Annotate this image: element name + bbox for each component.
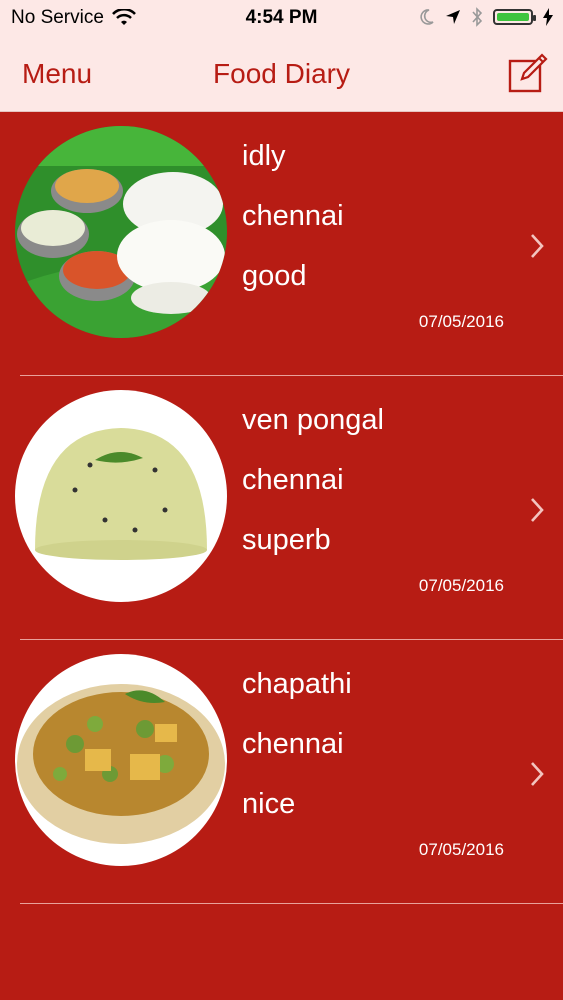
battery-icon xyxy=(493,9,536,25)
bluetooth-icon xyxy=(472,7,483,27)
charging-icon xyxy=(543,8,553,26)
food-name: chapathi xyxy=(242,668,352,700)
entry-date: 07/05/2016 xyxy=(418,576,504,595)
entry-date: 07/05/2016 xyxy=(418,840,504,859)
food-location: chennai xyxy=(242,200,344,232)
food-photo xyxy=(15,654,227,866)
food-rating: superb xyxy=(242,524,331,556)
food-location: chennai xyxy=(242,728,344,760)
entry-date: 07/05/2016 xyxy=(418,312,504,331)
compose-icon[interactable] xyxy=(507,52,549,94)
chevron-right-icon xyxy=(531,762,544,786)
location-arrow-icon xyxy=(446,10,460,24)
moon-icon xyxy=(420,9,434,25)
status-bar: No Service 4:54 PM xyxy=(0,0,563,36)
food-rating: good xyxy=(242,260,307,292)
status-right xyxy=(419,7,553,27)
list-item[interactable]: chapathi chennai nice 07/05/2016 xyxy=(0,640,563,904)
food-name: idly xyxy=(242,140,286,172)
list-item[interactable]: ven pongal chennai superb 07/05/2016 xyxy=(0,376,563,640)
page-title: Food Diary xyxy=(213,58,350,89)
food-name: ven pongal xyxy=(242,404,384,436)
row-divider xyxy=(20,903,563,904)
food-location: chennai xyxy=(242,464,344,496)
list-item[interactable]: idly chennai good 07/05/2016 xyxy=(0,112,563,376)
food-photo xyxy=(15,126,227,338)
food-photo xyxy=(15,390,227,602)
chevron-right-icon xyxy=(531,234,544,258)
food-rating: nice xyxy=(242,788,296,820)
nav-bar: Menu Food Diary xyxy=(0,36,563,112)
chevron-right-icon xyxy=(531,498,544,522)
food-list: idly chennai good 07/05/2016 ven pongal … xyxy=(0,112,563,904)
